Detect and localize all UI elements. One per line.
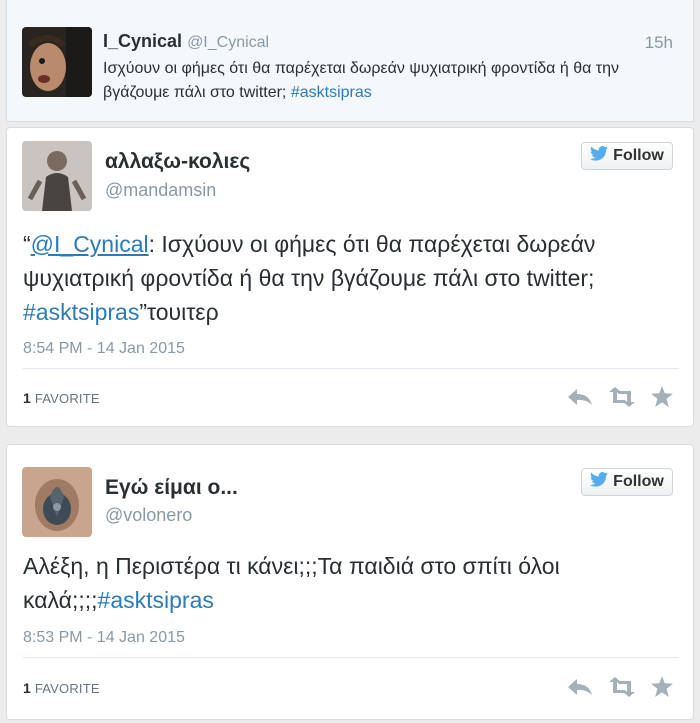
favorite-count[interactable]: 1 FAVORITE: [23, 680, 100, 696]
favorite-count[interactable]: 1 FAVORITE: [23, 390, 100, 406]
favorite-icon[interactable]: [651, 676, 673, 697]
twitter-bird-icon: [590, 472, 609, 492]
tweet-text: “@I_Cynical: Ισχύουν οι φήμες ότι θα παρ…: [23, 227, 673, 329]
follow-label: Follow: [613, 147, 664, 164]
favorite-count-label: FAVORITE: [34, 681, 100, 696]
open-quote: “: [23, 231, 31, 257]
tweet-card: Εγώ είμαι ο... @volonero Follow Αλέξη, η…: [6, 444, 694, 720]
author-handle[interactable]: @volonero: [105, 505, 192, 526]
reply-icon[interactable]: [567, 387, 593, 407]
reply-icon[interactable]: [567, 677, 593, 697]
author-name[interactable]: Εγώ είμαι ο...: [105, 476, 238, 500]
avatar[interactable]: [22, 27, 92, 97]
favorite-count-number: 1: [23, 390, 31, 406]
hashtag-link[interactable]: #asktsipras: [23, 299, 139, 325]
tweet-timestamp[interactable]: 8:53 PM - 14 Jan 2015: [23, 629, 185, 647]
divider: [23, 368, 679, 369]
hashtag-link[interactable]: #asktsipras: [291, 84, 372, 101]
follow-label: Follow: [613, 473, 664, 490]
tweet-text-suffix: ”τουιτερ: [139, 299, 219, 325]
avatar[interactable]: [22, 141, 92, 211]
avatar[interactable]: [22, 467, 92, 537]
mention-link[interactable]: @I_Cynical: [31, 231, 149, 257]
quoted-text: Ισχύουν οι φήμες ότι θα παρέχεται δωρεάν…: [103, 57, 663, 105]
quoted-tweet[interactable]: I_Cynical @I_Cynical 15h Ισχύουν οι φήμε…: [6, 0, 694, 122]
tweet-card: αλλαξω-κολιες @mandamsin Follow “@I_Cyni…: [6, 127, 694, 427]
author-handle[interactable]: @mandamsin: [105, 180, 216, 201]
favorite-count-number: 1: [23, 680, 31, 696]
tweet-timestamp[interactable]: 8:54 PM - 14 Jan 2015: [23, 340, 185, 358]
quoted-author: I_Cynical @I_Cynical: [103, 31, 269, 52]
tweet-text: Αλέξη, η Περιστέρα τι κάνει;;;Τα παιδιά …: [23, 549, 673, 617]
twitter-bird-icon: [590, 146, 609, 166]
hashtag-link[interactable]: #asktsipras: [98, 587, 214, 613]
follow-button[interactable]: Follow: [581, 142, 673, 170]
follow-button[interactable]: Follow: [581, 468, 673, 496]
favorite-icon[interactable]: [651, 386, 673, 407]
tweet-actions: [567, 676, 673, 697]
author-name[interactable]: αλλαξω-κολιες: [105, 150, 250, 174]
favorite-count-label: FAVORITE: [34, 391, 100, 406]
retweet-icon[interactable]: [607, 386, 637, 407]
divider: [23, 657, 679, 658]
quoted-handle[interactable]: @I_Cynical: [187, 34, 269, 51]
retweet-icon[interactable]: [607, 676, 637, 697]
tweet-actions: [567, 386, 673, 407]
quoted-name[interactable]: I_Cynical: [103, 31, 182, 51]
quoted-time[interactable]: 15h: [645, 33, 673, 53]
